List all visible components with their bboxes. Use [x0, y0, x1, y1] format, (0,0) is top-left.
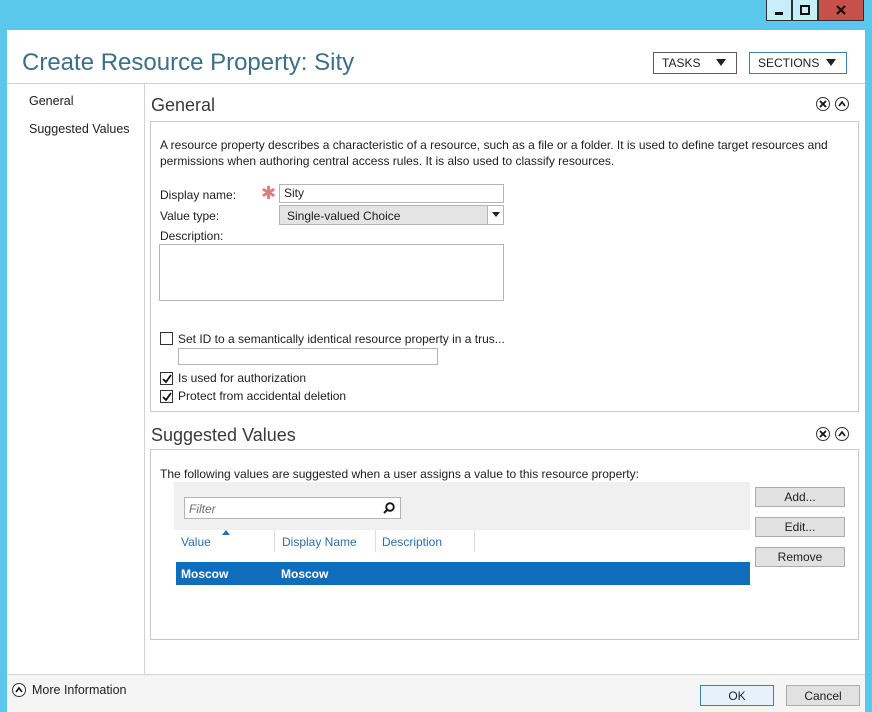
close-button[interactable]	[818, 0, 864, 21]
column-header-description[interactable]: Description	[382, 535, 442, 549]
collapse-section-icon[interactable]	[835, 97, 849, 111]
column-separator	[474, 530, 475, 552]
authorization-label: Is used for authorization	[178, 371, 307, 385]
sort-ascending-icon	[222, 530, 230, 535]
cancel-button[interactable]: Cancel	[786, 685, 860, 706]
maximize-button[interactable]	[792, 0, 818, 21]
minimize-icon	[775, 12, 783, 15]
cell-display-name: Moscow	[281, 567, 329, 581]
authorization-checkbox[interactable]	[160, 372, 173, 385]
add-button[interactable]: Add...	[755, 487, 845, 507]
protect-checkbox[interactable]	[160, 390, 173, 403]
set-id-input[interactable]	[178, 348, 438, 365]
maximize-icon	[800, 5, 810, 15]
chevron-down-icon	[716, 59, 726, 66]
set-id-checkbox[interactable]	[160, 332, 173, 345]
dialog-window: Create Resource Property: Sity TASKS SEC…	[7, 30, 865, 712]
filter-input[interactable]: Filter	[184, 497, 401, 519]
column-header-display-name[interactable]: Display Name	[282, 535, 357, 549]
value-type-value: Single-valued Choice	[287, 209, 401, 223]
nav-item-general[interactable]: General	[29, 94, 73, 108]
nav-divider	[144, 84, 145, 674]
collapse-section-icon[interactable]	[835, 427, 849, 441]
general-description-line2: permissions when authoring central acces…	[160, 154, 615, 168]
column-separator	[274, 530, 275, 552]
ok-button[interactable]: OK	[700, 685, 774, 706]
checkmark-icon	[161, 373, 172, 383]
header-divider	[7, 83, 865, 84]
edit-button[interactable]: Edit...	[755, 517, 845, 537]
filter-placeholder: Filter	[189, 502, 216, 516]
display-name-input[interactable]: Sity	[279, 184, 504, 203]
column-separator	[375, 530, 376, 552]
close-icon	[836, 5, 846, 15]
remove-button[interactable]: Remove	[755, 547, 845, 567]
tasks-label: TASKS	[662, 56, 701, 70]
description-textarea[interactable]	[159, 244, 504, 301]
search-icon	[383, 502, 395, 514]
table-row[interactable]: Moscow Moscow	[176, 562, 750, 585]
general-description-line1: A resource property describes a characte…	[160, 138, 828, 152]
set-id-label: Set ID to a semantically identical resou…	[178, 332, 505, 346]
checkmark-icon	[161, 391, 172, 401]
minimize-button[interactable]	[766, 0, 792, 21]
close-section-icon[interactable]	[816, 427, 830, 441]
general-section-title: General	[151, 95, 216, 115]
suggested-intro: The following values are suggested when …	[160, 467, 639, 481]
column-header-value[interactable]: Value	[181, 535, 211, 549]
suggested-section-title: Suggested Values	[151, 425, 296, 445]
more-information-link[interactable]: More Information	[32, 683, 126, 697]
required-icon: ✱	[261, 183, 277, 203]
value-type-select[interactable]: Single-valued Choice	[279, 205, 504, 225]
protect-label: Protect from accidental deletion	[178, 389, 347, 403]
close-section-icon[interactable]	[816, 97, 830, 111]
chevron-down-icon	[826, 59, 836, 66]
chevron-up-icon[interactable]	[12, 683, 26, 697]
sections-label: SECTIONS	[758, 56, 820, 70]
chevron-down-icon	[487, 206, 503, 224]
nav-item-suggested-values[interactable]: Suggested Values	[29, 122, 130, 136]
value-type-label: Value type:	[160, 209, 220, 223]
display-name-label: Display name:	[160, 188, 237, 202]
cell-value: Moscow	[181, 567, 229, 581]
description-label: Description:	[160, 229, 224, 243]
sections-dropdown[interactable]: SECTIONS	[749, 52, 847, 74]
page-title: Create Resource Property: Sity	[22, 49, 355, 76]
tasks-dropdown[interactable]: TASKS	[653, 52, 737, 74]
